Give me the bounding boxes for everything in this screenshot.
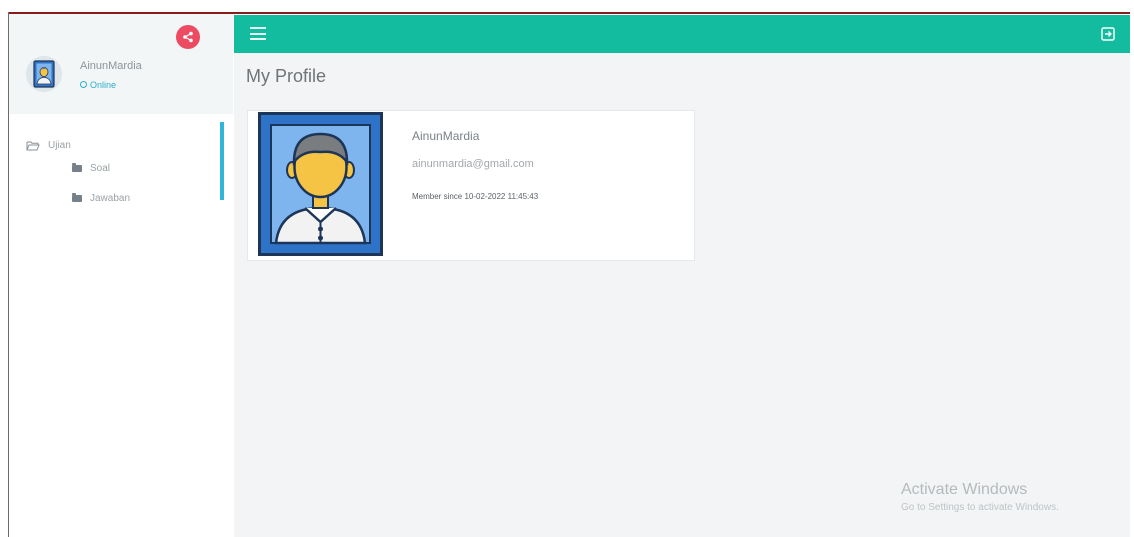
sidebar-user-name: AinunMardia	[80, 60, 142, 72]
share-icon	[183, 31, 193, 43]
user-panel: AinunMardia Online	[9, 14, 233, 114]
user-avatar-icon	[26, 56, 62, 92]
user-avatar-icon	[258, 112, 383, 256]
status-text: Online	[90, 80, 117, 90]
online-dot-icon	[80, 81, 87, 88]
active-menu-indicator	[220, 122, 224, 200]
page-title: My Profile	[246, 66, 327, 86]
top-navbar	[234, 15, 1130, 53]
windows-watermark-title: Activate Windows	[901, 481, 1028, 498]
sidebar-item-jawaban[interactable]: Jawaban	[72, 193, 130, 204]
sidebar: AinunMardia Online Ujian Soal Jawaban	[9, 14, 233, 537]
folder-icon	[72, 163, 82, 172]
logout-button[interactable]	[1101, 27, 1115, 41]
profile-email: ainunmardia@gmail.com	[412, 158, 534, 170]
sign-out-icon	[1101, 27, 1115, 41]
sidebar-item-label: Ujian	[48, 140, 71, 151]
sidebar-item-ujian[interactable]: Ujian	[26, 140, 71, 151]
share-button[interactable]	[176, 25, 200, 49]
avatar	[26, 56, 62, 92]
hamburger-icon[interactable]	[250, 27, 266, 40]
folder-icon	[72, 193, 82, 202]
folder-open-icon	[26, 141, 40, 151]
profile-name: AinunMardia	[412, 129, 480, 143]
profile-picture	[258, 112, 383, 256]
profile-member-since: Member since 10-02-2022 11:45:43	[412, 192, 539, 201]
windows-watermark-subtitle: Go to Settings to activate Windows.	[901, 502, 1059, 513]
status-indicator: Online	[80, 80, 116, 90]
sidebar-item-label: Jawaban	[90, 193, 131, 204]
sidebar-item-soal[interactable]: Soal	[72, 163, 110, 174]
sidebar-item-label: Soal	[90, 163, 111, 174]
